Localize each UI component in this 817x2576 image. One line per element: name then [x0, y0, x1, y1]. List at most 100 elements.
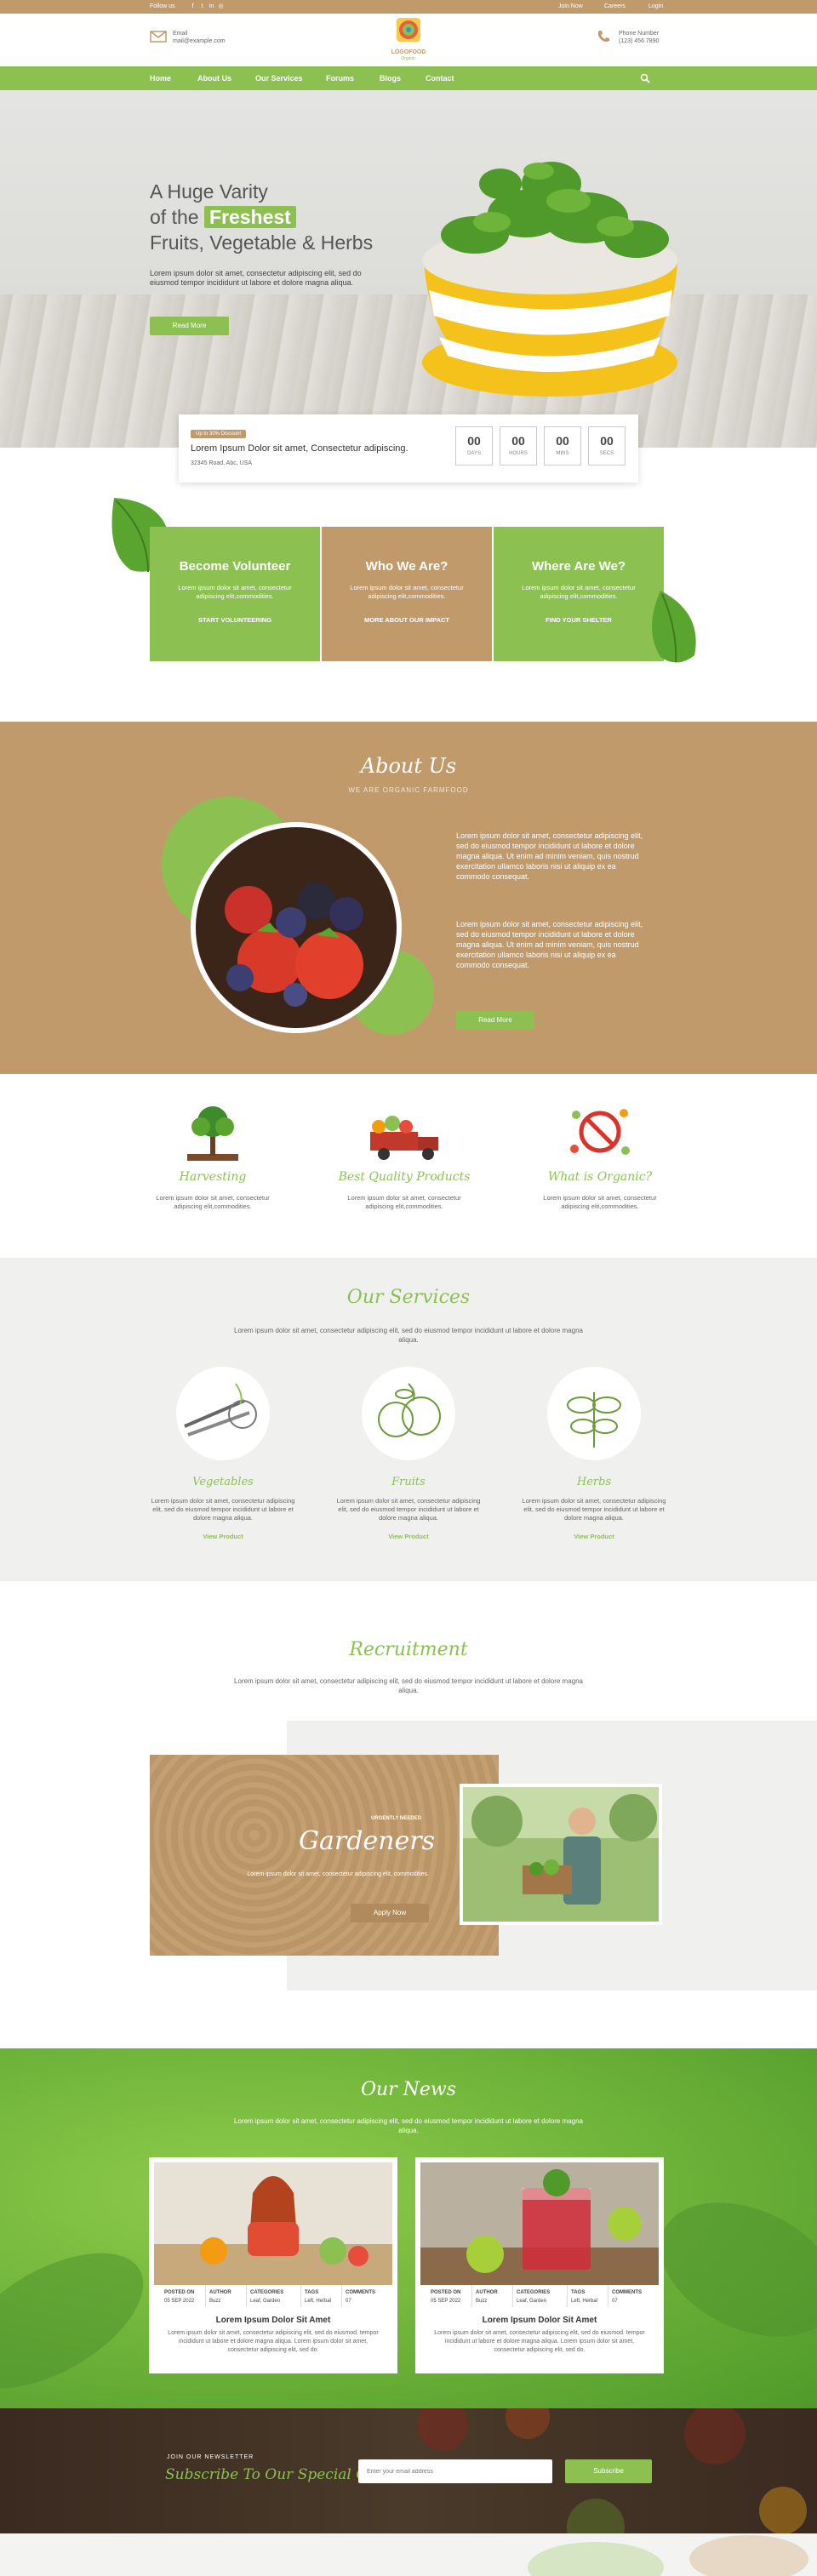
nav-item-contact[interactable]: Contact: [426, 74, 454, 83]
who-we-are-box: Who We Are? Lorem ipsum dolor sit amet, …: [322, 527, 492, 661]
email-value[interactable]: mail@example.com: [173, 37, 226, 45]
top-bar: Follow us f t in ◎ Join Now Careers Logi…: [0, 0, 817, 14]
header: Email mail@example.com LOGOFOOD Organic …: [0, 14, 817, 66]
nav-item-about[interactable]: About Us: [197, 74, 231, 83]
newsletter-email-input[interactable]: [358, 2459, 552, 2483]
follow-label: Follow us: [150, 3, 175, 9]
recruitment-card: URGENTLY NEEDED Gardeners Lorem ipsum do…: [150, 1755, 499, 1956]
news-leaf-background: [0, 2202, 817, 2389]
fruits-view-product-link[interactable]: View Product: [332, 1533, 485, 1540]
shelter-link[interactable]: FIND YOUR SHELTER: [494, 616, 664, 624]
footer-herbs-decoration: [528, 2535, 808, 2576]
start-volunteering-link[interactable]: START VOLUNTEERING: [150, 616, 320, 624]
hero-line-1: A Huge Varity: [150, 180, 268, 203]
logo[interactable]: LOGOFOOD Organic: [387, 16, 430, 61]
service-herbs: Herbs Lorem ipsum dolor sit amet, consec…: [517, 1367, 671, 1540]
volunteer-title: Become Volunteer: [179, 559, 291, 574]
login-link[interactable]: Login: [648, 3, 663, 9]
news-card-1-image: [154, 2162, 392, 2285]
logo-sub: Organic: [401, 56, 416, 61]
fruits-icon: [378, 1383, 441, 1437]
news-card-1[interactable]: POSTED ON 05 SEP 2022 AUTHOR Buzz CATEGORI…: [149, 2157, 397, 2373]
hero-line-3: Fruits, Vegetable & Herbs: [150, 231, 374, 254]
newsletter-section: JOIN OUR NEWSLETTER Subscribe To Our Spe…: [0, 2408, 817, 2533]
phone-value[interactable]: (123) 456 7890: [619, 37, 659, 45]
newsletter-label: JOIN OUR NEWSLETTER: [167, 2454, 254, 2460]
footer-strip: [0, 2533, 817, 2576]
herb-bowl-image: [422, 162, 677, 397]
logo-text: LOGOFOOD: [391, 49, 426, 55]
fruits-title: Fruits: [391, 1476, 426, 1488]
gardener-photo: [463, 1787, 659, 1922]
subscribe-button[interactable]: Subscribe: [565, 2459, 652, 2483]
event-address: 32345 Road, Abc, USA: [191, 460, 252, 466]
fruits-desc: Lorem ipsum dolor sit amet, consectetur …: [336, 1497, 481, 1522]
news-card-1-desc: Lorem ipsum dolor sit amet, consectetur …: [168, 2330, 379, 2353]
where-title: Where Are We?: [531, 559, 626, 574]
volunteer-desc: Lorem ipsum dolor sit amet, consectetur …: [178, 584, 292, 600]
who-we-are-desc: Lorem ipsum dolor sit amet, consectetur …: [350, 584, 464, 600]
leaf-decoration-right: [652, 591, 696, 663]
volunteer-box: Become Volunteer Lorem ipsum dolor sit a…: [150, 527, 320, 661]
news-card-2-title: Lorem Ipsum Dolor Sit Amet: [482, 2316, 597, 2325]
hero: A Huge Varity of the Freshest Fruits, Ve…: [0, 90, 817, 448]
news-card-2-image: [420, 2162, 659, 2285]
feature-harvesting-desc: Lorem ipsum dolor sit amet, consectetur …: [156, 1194, 270, 1210]
vegetables-view-product-link[interactable]: View Product: [146, 1533, 300, 1540]
hero-desc: Lorem ipsum dolor sit amet, consectetur …: [150, 269, 362, 287]
countdown-days: 00 DAYS: [455, 426, 493, 466]
impact-link[interactable]: MORE ABOUT OUR IMPACT: [322, 616, 492, 624]
news-section: Our News Lorem ipsum dolor sit amet, con…: [0, 2048, 817, 2408]
recruitment-title: Recruitment: [349, 1639, 468, 1660]
linkedin-icon[interactable]: in: [208, 3, 215, 10]
herbs-illustration: [547, 1367, 641, 1460]
careers-link[interactable]: Careers: [604, 3, 626, 9]
vegetables-title: Vegetables: [192, 1476, 254, 1488]
news-card-2[interactable]: POSTED ON 05 SEP 2022 AUTHOR Buzz CATEGORI…: [415, 2157, 664, 2373]
recruitment-desc: Lorem ipsum dolor sit amet, consectetur …: [234, 1677, 583, 1694]
news-card-1-title: Lorem Ipsum Dolor Sit Amet: [215, 2316, 331, 2325]
about-read-more-button[interactable]: Read More: [456, 1011, 534, 1030]
phone-icon: [597, 31, 609, 42]
join-now-link[interactable]: Join Now: [558, 3, 583, 9]
berry-drink-photo: [420, 2162, 659, 2285]
feature-organic-desc: Lorem ipsum dolor sit amet, consectetur …: [543, 1194, 657, 1210]
services-title: Our Services: [346, 1287, 471, 1308]
nav-item-blogs[interactable]: Blogs: [380, 74, 401, 83]
about-subtitle: WE ARE ORGANIC FARMFOOD: [348, 786, 469, 794]
search-icon[interactable]: [640, 73, 650, 83]
fruits-illustration: [362, 1367, 455, 1460]
about-section: About Us WE ARE ORGANIC FARMFOOD Lorem i…: [0, 722, 817, 1074]
woman-fruits-photo: [154, 2162, 392, 2285]
hero-line-2-pre: of the: [150, 206, 199, 228]
feature-quality-desc: Lorem ipsum dolor sit amet, consectetur …: [347, 1194, 461, 1210]
event-tag: Up to 30% Discount: [191, 430, 247, 438]
nav-item-forums[interactable]: Forums: [326, 74, 354, 83]
nav-item-home[interactable]: Home: [150, 74, 171, 83]
countdown-secs: 00 SECS: [588, 426, 626, 466]
instagram-icon[interactable]: ◎: [217, 3, 225, 10]
where-box: Where Are We? Lorem ipsum dolor sit amet…: [494, 527, 664, 661]
services-section: Our Services Lorem ipsum dolor sit amet,…: [0, 1258, 817, 1581]
gardener-photo-frame: [460, 1784, 662, 1925]
service-vegetables: Vegetables Lorem ipsum dolor sit amet, c…: [146, 1367, 300, 1540]
hero-highlight: Freshest: [203, 206, 296, 228]
about-paragraph-1: Lorem ipsum dolor sit amet, consectetur …: [456, 831, 643, 881]
event-card: Up to 30% Discount Lorem Ipsum Dolor sit…: [179, 414, 638, 483]
no-chemicals-icon: [570, 1109, 630, 1155]
facebook-icon[interactable]: f: [189, 3, 197, 10]
services-desc: Lorem ipsum dolor sit amet, consectetur …: [234, 1327, 583, 1344]
hero-read-more-button[interactable]: Read More: [150, 317, 229, 335]
main-nav: Home About Us Our Services Forums Blogs …: [0, 66, 817, 90]
nav-item-services[interactable]: Our Services: [255, 74, 303, 83]
where-desc: Lorem ipsum dolor sit amet, consectetur …: [522, 584, 636, 600]
feature-harvesting: Harvesting Lorem ipsum dolor sit amet, c…: [145, 1098, 281, 1211]
herbs-view-product-link[interactable]: View Product: [517, 1533, 671, 1540]
twitter-icon[interactable]: t: [198, 3, 206, 10]
feature-quality-title: Best Quality Products: [338, 1170, 471, 1184]
news-card-2-desc: Lorem ipsum dolor sit amet, consectetur …: [434, 2330, 645, 2353]
apply-now-button[interactable]: Apply Now: [351, 1904, 429, 1922]
urgent-tag: URGENTLY NEEDED: [371, 1816, 422, 1821]
feature-organic: What is Organic? Lorem ipsum dolor sit a…: [532, 1098, 668, 1211]
who-we-are-title: Who We Are?: [365, 559, 448, 574]
